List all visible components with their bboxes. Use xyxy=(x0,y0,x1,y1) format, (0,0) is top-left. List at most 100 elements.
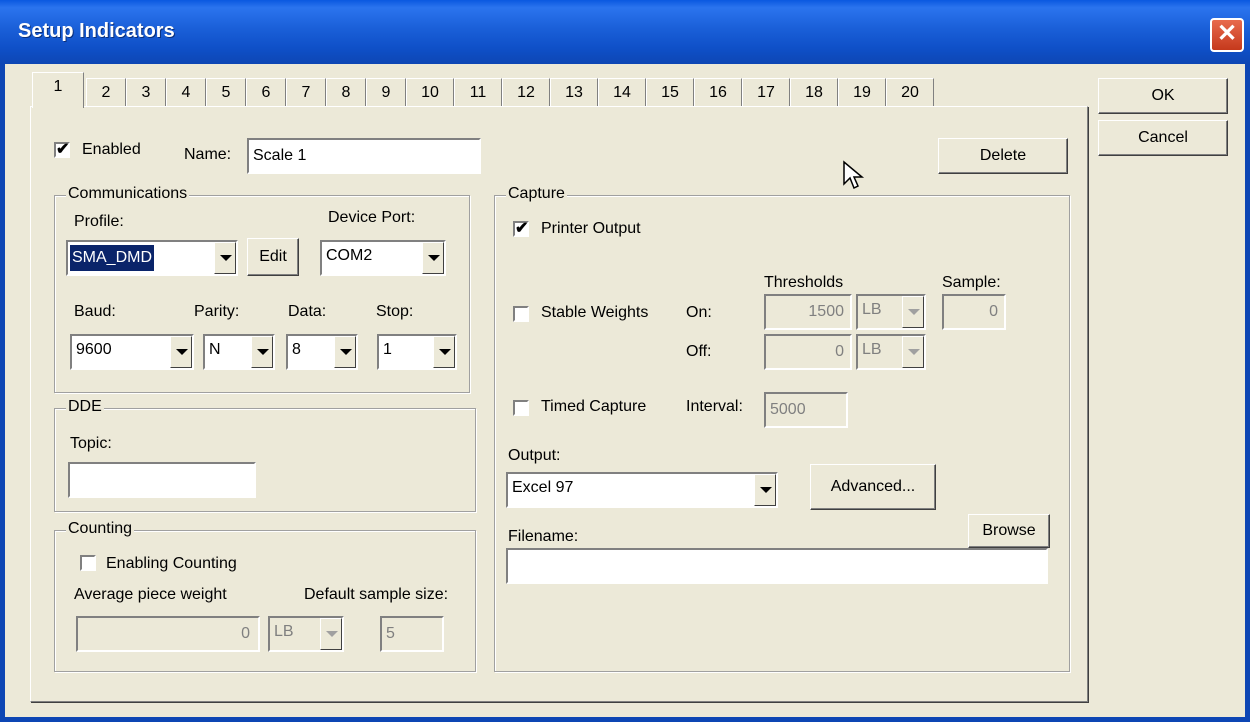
tab-1[interactable]: 1 xyxy=(32,72,84,108)
avg-unit-dropdown[interactable]: LB xyxy=(268,616,344,652)
tab-6[interactable]: 6 xyxy=(246,78,286,108)
tab-3[interactable]: 3 xyxy=(126,78,166,108)
data-label: Data: xyxy=(288,303,327,320)
browse-button[interactable]: Browse xyxy=(968,514,1050,548)
tab-2[interactable]: 2 xyxy=(86,78,126,108)
interval-field[interactable]: 5000 xyxy=(764,392,848,428)
parity-value: N xyxy=(209,341,221,358)
output-label: Output: xyxy=(508,447,561,464)
chevron-down-icon[interactable] xyxy=(251,336,273,368)
tab-4[interactable]: 4 xyxy=(166,78,206,108)
tab-11[interactable]: 11 xyxy=(454,78,502,108)
tab-17[interactable]: 17 xyxy=(742,78,790,108)
sample-label: Sample: xyxy=(942,274,1001,291)
default-sample-size-value: 5 xyxy=(386,625,395,642)
tab-19[interactable]: 19 xyxy=(838,78,886,108)
check-icon: ✔ xyxy=(515,220,529,237)
topic-field[interactable] xyxy=(68,462,256,498)
name-field[interactable]: Scale 1 xyxy=(247,138,481,174)
capture-legend: Capture xyxy=(506,185,567,203)
chevron-down-icon[interactable] xyxy=(754,474,776,506)
dde-legend: DDE xyxy=(66,398,104,416)
check-icon: ✔ xyxy=(56,141,70,158)
chevron-down-icon[interactable] xyxy=(214,242,236,274)
chevron-down-icon[interactable] xyxy=(422,242,444,274)
tab-13[interactable]: 13 xyxy=(550,78,598,108)
chevron-down-icon[interactable] xyxy=(433,336,455,368)
avg-piece-weight-field[interactable]: 0 xyxy=(76,616,260,652)
data-value: 8 xyxy=(292,341,301,358)
title-bar[interactable] xyxy=(0,0,1250,64)
chevron-down-icon[interactable] xyxy=(334,336,356,368)
threshold-off-field[interactable]: 0 xyxy=(764,334,852,370)
output-value: Excel 97 xyxy=(512,479,574,496)
tab-9[interactable]: 9 xyxy=(366,78,406,108)
avg-piece-weight-value: 0 xyxy=(241,625,250,642)
data-dropdown[interactable]: 8 xyxy=(286,334,358,370)
threshold-on-field[interactable]: 1500 xyxy=(764,294,852,330)
name-value: Scale 1 xyxy=(253,147,307,164)
advanced-button[interactable]: Advanced... xyxy=(810,464,936,510)
communications-legend: Communications xyxy=(66,185,190,203)
parity-label: Parity: xyxy=(194,303,240,320)
threshold-on-unit-dropdown[interactable]: LB xyxy=(856,294,926,330)
stable-weights-checkbox[interactable] xyxy=(513,306,529,322)
enabled-checkbox[interactable]: ✔ xyxy=(54,142,70,158)
name-label: Name: xyxy=(184,146,232,163)
sample-field[interactable]: 0 xyxy=(942,294,1006,330)
tab-16[interactable]: 16 xyxy=(694,78,742,108)
ok-button[interactable]: OK xyxy=(1098,78,1228,114)
off-label: Off: xyxy=(686,343,712,360)
interval-value: 5000 xyxy=(770,401,806,418)
chevron-down-icon[interactable] xyxy=(320,618,342,650)
tab-18[interactable]: 18 xyxy=(790,78,838,108)
profile-dropdown[interactable]: SMA_DMD xyxy=(66,240,238,276)
on-label: On: xyxy=(686,304,712,321)
tab-20[interactable]: 20 xyxy=(886,78,934,108)
chevron-down-icon[interactable] xyxy=(902,336,924,368)
printer-output-checkbox[interactable]: ✔ xyxy=(513,221,529,237)
sample-value: 0 xyxy=(989,303,998,320)
threshold-off-unit-value: LB xyxy=(862,341,882,358)
counting-legend: Counting xyxy=(66,520,135,538)
cancel-button[interactable]: Cancel xyxy=(1098,120,1228,156)
stop-dropdown[interactable]: 1 xyxy=(377,334,457,370)
tab-8[interactable]: 8 xyxy=(326,78,366,108)
close-icon[interactable]: ✕ xyxy=(1210,18,1244,52)
timed-capture-checkbox[interactable] xyxy=(513,400,529,416)
window-frame-left xyxy=(0,64,5,722)
threshold-off-unit-dropdown[interactable]: LB xyxy=(856,334,926,370)
default-sample-size-field[interactable]: 5 xyxy=(380,616,444,652)
delete-button[interactable]: Delete xyxy=(938,138,1068,174)
edit-button[interactable]: Edit xyxy=(247,238,299,276)
tab-12[interactable]: 12 xyxy=(502,78,550,108)
timed-capture-label: Timed Capture xyxy=(541,398,647,415)
tab-7[interactable]: 7 xyxy=(286,78,326,108)
filename-field[interactable] xyxy=(506,548,1048,584)
baud-dropdown[interactable]: 9600 xyxy=(70,334,194,370)
window-frame-bottom xyxy=(0,717,1250,722)
threshold-off-value: 0 xyxy=(835,343,844,360)
baud-value: 9600 xyxy=(76,341,112,358)
parity-dropdown[interactable]: N xyxy=(203,334,275,370)
filename-label: Filename: xyxy=(508,528,579,545)
tab-15[interactable]: 15 xyxy=(646,78,694,108)
stop-label: Stop: xyxy=(376,303,414,320)
device-port-dropdown[interactable]: COM2 xyxy=(320,240,446,276)
tab-10[interactable]: 10 xyxy=(406,78,454,108)
window-title: Setup Indicators xyxy=(18,20,175,42)
avg-piece-weight-label: Average piece weight xyxy=(74,586,227,603)
chevron-down-icon[interactable] xyxy=(902,296,924,328)
enable-counting-checkbox[interactable] xyxy=(80,555,96,571)
baud-label: Baud: xyxy=(74,303,116,320)
stable-weights-label: Stable Weights xyxy=(541,304,649,321)
output-dropdown[interactable]: Excel 97 xyxy=(506,472,778,508)
threshold-on-unit-value: LB xyxy=(862,301,882,318)
interval-label: Interval: xyxy=(686,398,743,415)
threshold-on-value: 1500 xyxy=(808,303,844,320)
chevron-down-icon[interactable] xyxy=(170,336,192,368)
tab-5[interactable]: 5 xyxy=(206,78,246,108)
stop-value: 1 xyxy=(383,341,392,358)
tab-14[interactable]: 14 xyxy=(598,78,646,108)
window-frame-right xyxy=(1245,64,1250,722)
